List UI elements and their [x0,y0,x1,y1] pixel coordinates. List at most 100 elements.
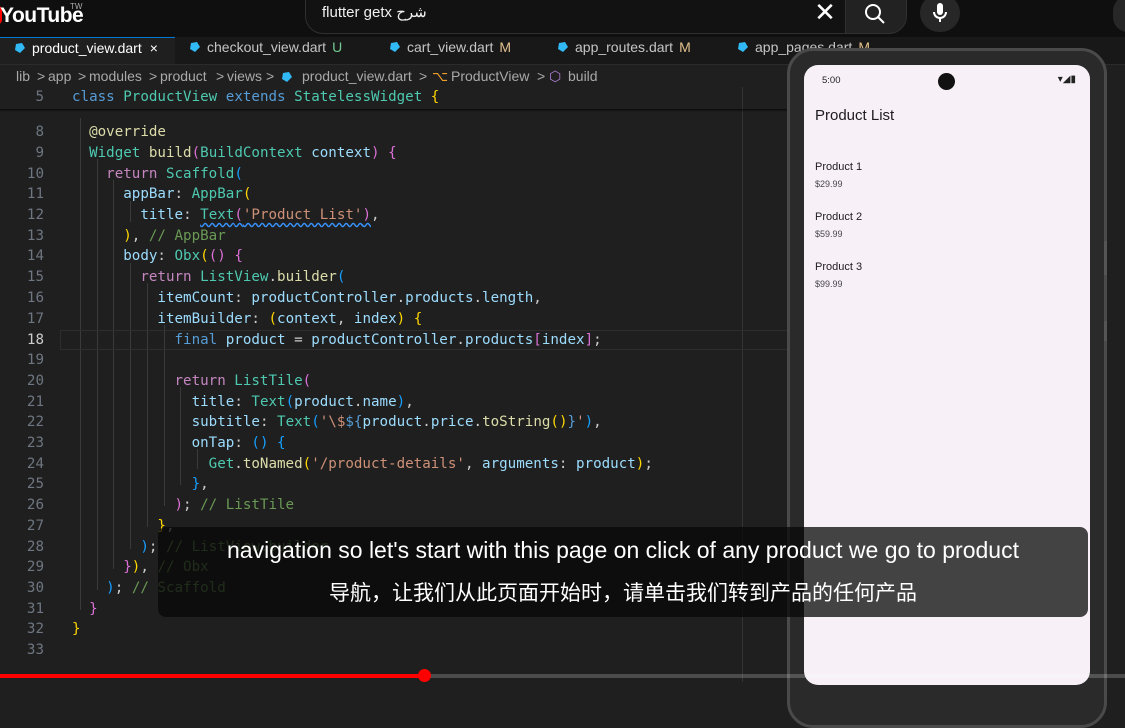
code-line: 8 @override [0,122,790,143]
code-line: 16 itemCount: productController.products… [0,288,790,309]
code-line: 26 ); // ListTile [0,495,790,516]
power-button[interactable] [1104,321,1107,341]
list-item-subtitle[interactable]: $29.99 [815,179,843,189]
breadcrumb-item[interactable]: app [48,68,71,84]
status-bar: 5:00 ▾◢▮ [804,65,1090,93]
line-number: 18 [26,332,44,348]
youtube-header: YouTube TW flutter getx شرح ✕ [0,0,1125,37]
breadcrumb-separator: > [537,68,546,84]
breadcrumb-separator: > [78,68,87,84]
line-number: 16 [26,290,44,306]
code-line: 20 return ListTile( [0,371,790,392]
breadcrumb-separator: > [419,68,428,84]
code-line: 15 return ListView.builder( [0,267,790,288]
line-number: 8 [35,124,44,140]
search-query[interactable]: flutter getx شرح [322,3,427,21]
list-item-title[interactable]: Product 2 [815,211,862,223]
method-symbol-icon: ⬡ [549,68,562,84]
line-number: 11 [26,186,44,202]
line-number: 13 [26,228,44,244]
line-number: 31 [26,601,44,617]
code-line: 17 itemBuilder: (context, index) { [0,309,790,330]
breadcrumb-item[interactable]: lib [16,68,30,84]
line-number: 24 [26,456,44,472]
search-input[interactable]: flutter getx شرح [305,0,847,34]
list-item-title[interactable]: Product 1 [815,161,862,173]
tab-app-routes[interactable]: app_routes.dart M [543,37,721,64]
app-bar-title: Product List [815,107,895,124]
tab-label: checkout_view.dart [207,39,327,55]
code-line: 5 class ProductView extends StatelessWidg… [0,87,790,108]
line-number: 9 [35,145,44,161]
dart-file-icon [15,43,25,53]
breadcrumb-separator: > [37,68,46,84]
list-item-title[interactable]: Product 3 [815,261,862,273]
code-line: 13 ), // AppBar [0,226,790,247]
breadcrumb-separator: > [216,68,225,84]
line-number: 15 [26,269,44,285]
line-number: 27 [26,518,44,534]
android-emulator: 5:00 ▾◢▮ Product List Product 1 $29.99 P… [787,48,1107,728]
line-number: 17 [26,311,44,327]
breadcrumb-item[interactable]: modules [89,68,142,84]
search-button[interactable] [845,0,907,34]
line-number: 19 [26,352,44,368]
breadcrumb-item[interactable]: ProductView [451,68,529,84]
breadcrumb-item[interactable]: product [160,68,207,84]
caption-chinese: 导航，让我们从此页面开始时，请单击我们转到产品的任何产品 [329,581,917,605]
volume-button[interactable] [1104,241,1107,275]
code-line: 10 return Scaffold( [0,164,790,185]
voice-search-button[interactable] [920,0,960,32]
video-progress-bar[interactable] [0,669,1125,682]
code-line: 23 onTap: () { [0,433,790,454]
breadcrumb-item[interactable]: product_view.dart [302,68,412,84]
line-number: 25 [26,476,44,492]
dart-file-icon [558,42,568,52]
dart-file-icon [390,42,400,52]
tab-product-view[interactable]: product_view.dart × [0,37,175,64]
code-line: 12 title: Text('Product List'), [0,205,790,226]
breadcrumb-separator: > [149,68,158,84]
line-number: 23 [26,435,44,451]
code-line: 14 body: Obx(() { [0,246,790,267]
list-item-subtitle[interactable]: $59.99 [815,229,843,239]
breadcrumb-item[interactable]: views [227,68,262,84]
create-button[interactable] [1113,0,1125,32]
breadcrumb: lib > app > modules > product > views > … [0,65,790,87]
region-code: TW [70,2,83,11]
tab-label: app_routes.dart [575,39,674,55]
code-line: 22 subtitle: Text('\$${product.price.toS… [0,412,790,433]
sticky-scroll-shadow [0,109,790,112]
code-line: 19 [0,350,790,371]
line-number: 22 [26,414,44,430]
line-number: 26 [26,497,44,513]
line-number: 5 [35,89,44,105]
close-icon[interactable]: ✕ [805,0,845,30]
tab-cart-view[interactable]: cart_view.dart M [375,37,543,64]
tab-checkout-view[interactable]: checkout_view.dart U [175,37,375,64]
code-line: 18 final product = productController.pro… [0,330,790,351]
line-number: 28 [26,539,44,555]
status-time: 5:00 [822,75,841,86]
line-number: 10 [26,166,44,182]
modified-badge: M [499,39,512,55]
line-number: 12 [26,207,44,223]
line-number: 33 [26,642,44,658]
list-item-subtitle[interactable]: $99.99 [815,279,843,289]
tab-label: product_view.dart [32,40,142,56]
line-number: 20 [26,373,44,389]
code-line: 24 Get.toNamed('/product-details', argum… [0,454,790,475]
code-line: 21 title: Text(product.name), [0,392,790,413]
class-symbol-icon: ⌥ [432,68,449,84]
mic-icon [933,3,947,22]
subtitle-overlay: navigation so let's start with this page… [158,527,1088,617]
close-tab-icon[interactable]: × [150,40,158,56]
dart-file-icon [738,42,748,52]
tab-label: cart_view.dart [407,39,494,55]
breadcrumb-item[interactable]: build [568,68,598,84]
search-icon [865,4,885,24]
progress-played [0,674,425,678]
untracked-badge: U [332,39,343,55]
line-number: 32 [26,621,44,637]
line-number: 29 [26,559,44,575]
